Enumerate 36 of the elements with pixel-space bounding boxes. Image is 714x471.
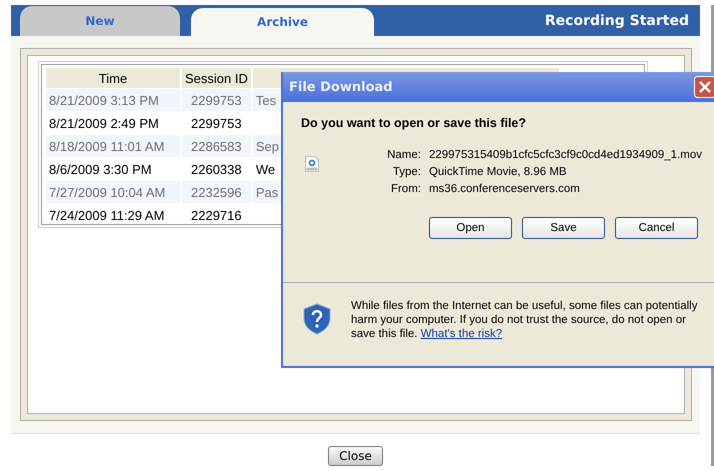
table-cell: We xyxy=(256,162,276,176)
table-cell: 7/24/2009 11:29 AM xyxy=(49,208,164,222)
dialog-question: Do you want to open or save this file? xyxy=(301,116,528,130)
table-cell: 8/6/2009 3:30 PM xyxy=(49,162,152,176)
risk-link[interactable]: What's the risk? xyxy=(420,328,502,340)
status-label: Recording Started xyxy=(544,12,689,28)
table-cell: 2232596 xyxy=(191,184,242,200)
close-button[interactable]: Close xyxy=(328,446,383,466)
table-cell: 8/18/2009 11:01 AM xyxy=(49,138,164,154)
dialog-button[interactable]: Cancel xyxy=(615,217,698,239)
table-cell: Sep xyxy=(256,138,280,154)
table-cell: 8/21/2009 3:13 PM xyxy=(49,92,159,108)
column-header: Time xyxy=(46,68,180,88)
table-cell: 2286583 xyxy=(191,138,242,154)
field-value: QuickTime Movie, 8.96 MB xyxy=(428,166,568,178)
table-cell: 2229716 xyxy=(191,208,242,222)
column-header: Session ID xyxy=(182,68,251,88)
field-label: Type: xyxy=(392,166,421,178)
table-cell: 2260338 xyxy=(191,162,242,176)
dialog-button[interactable]: Save xyxy=(522,217,605,239)
tab[interactable]: Archive xyxy=(191,8,374,36)
table-cell: 8/21/2009 2:49 PM xyxy=(49,116,159,130)
dialog-title: File Download xyxy=(289,80,393,94)
table-cell: 2299753 xyxy=(191,116,242,130)
table-cell: Tes xyxy=(256,92,276,108)
close-icon[interactable] xyxy=(694,76,714,98)
warning-text: While files from the Internet can be useful, some files can potentially harm your computer. If you do not trust the source, do not open or save this file. What's the risk? xyxy=(351,299,698,341)
field-label: Name: xyxy=(386,149,421,161)
dialog-button[interactable]: Open xyxy=(429,217,512,239)
shield-question-icon xyxy=(303,303,331,335)
field-value: ms36.conferenceservers.com xyxy=(428,183,581,195)
field-label: From: xyxy=(390,183,421,195)
table-cell: 7/27/2009 10:04 AM xyxy=(49,184,166,200)
field-value: 229975315409b1cfc5cfc3cf9c0cd4ed1934909_1.mov xyxy=(428,149,702,161)
table-cell: Pas xyxy=(256,184,278,200)
table-cell: 2299753 xyxy=(191,92,242,108)
